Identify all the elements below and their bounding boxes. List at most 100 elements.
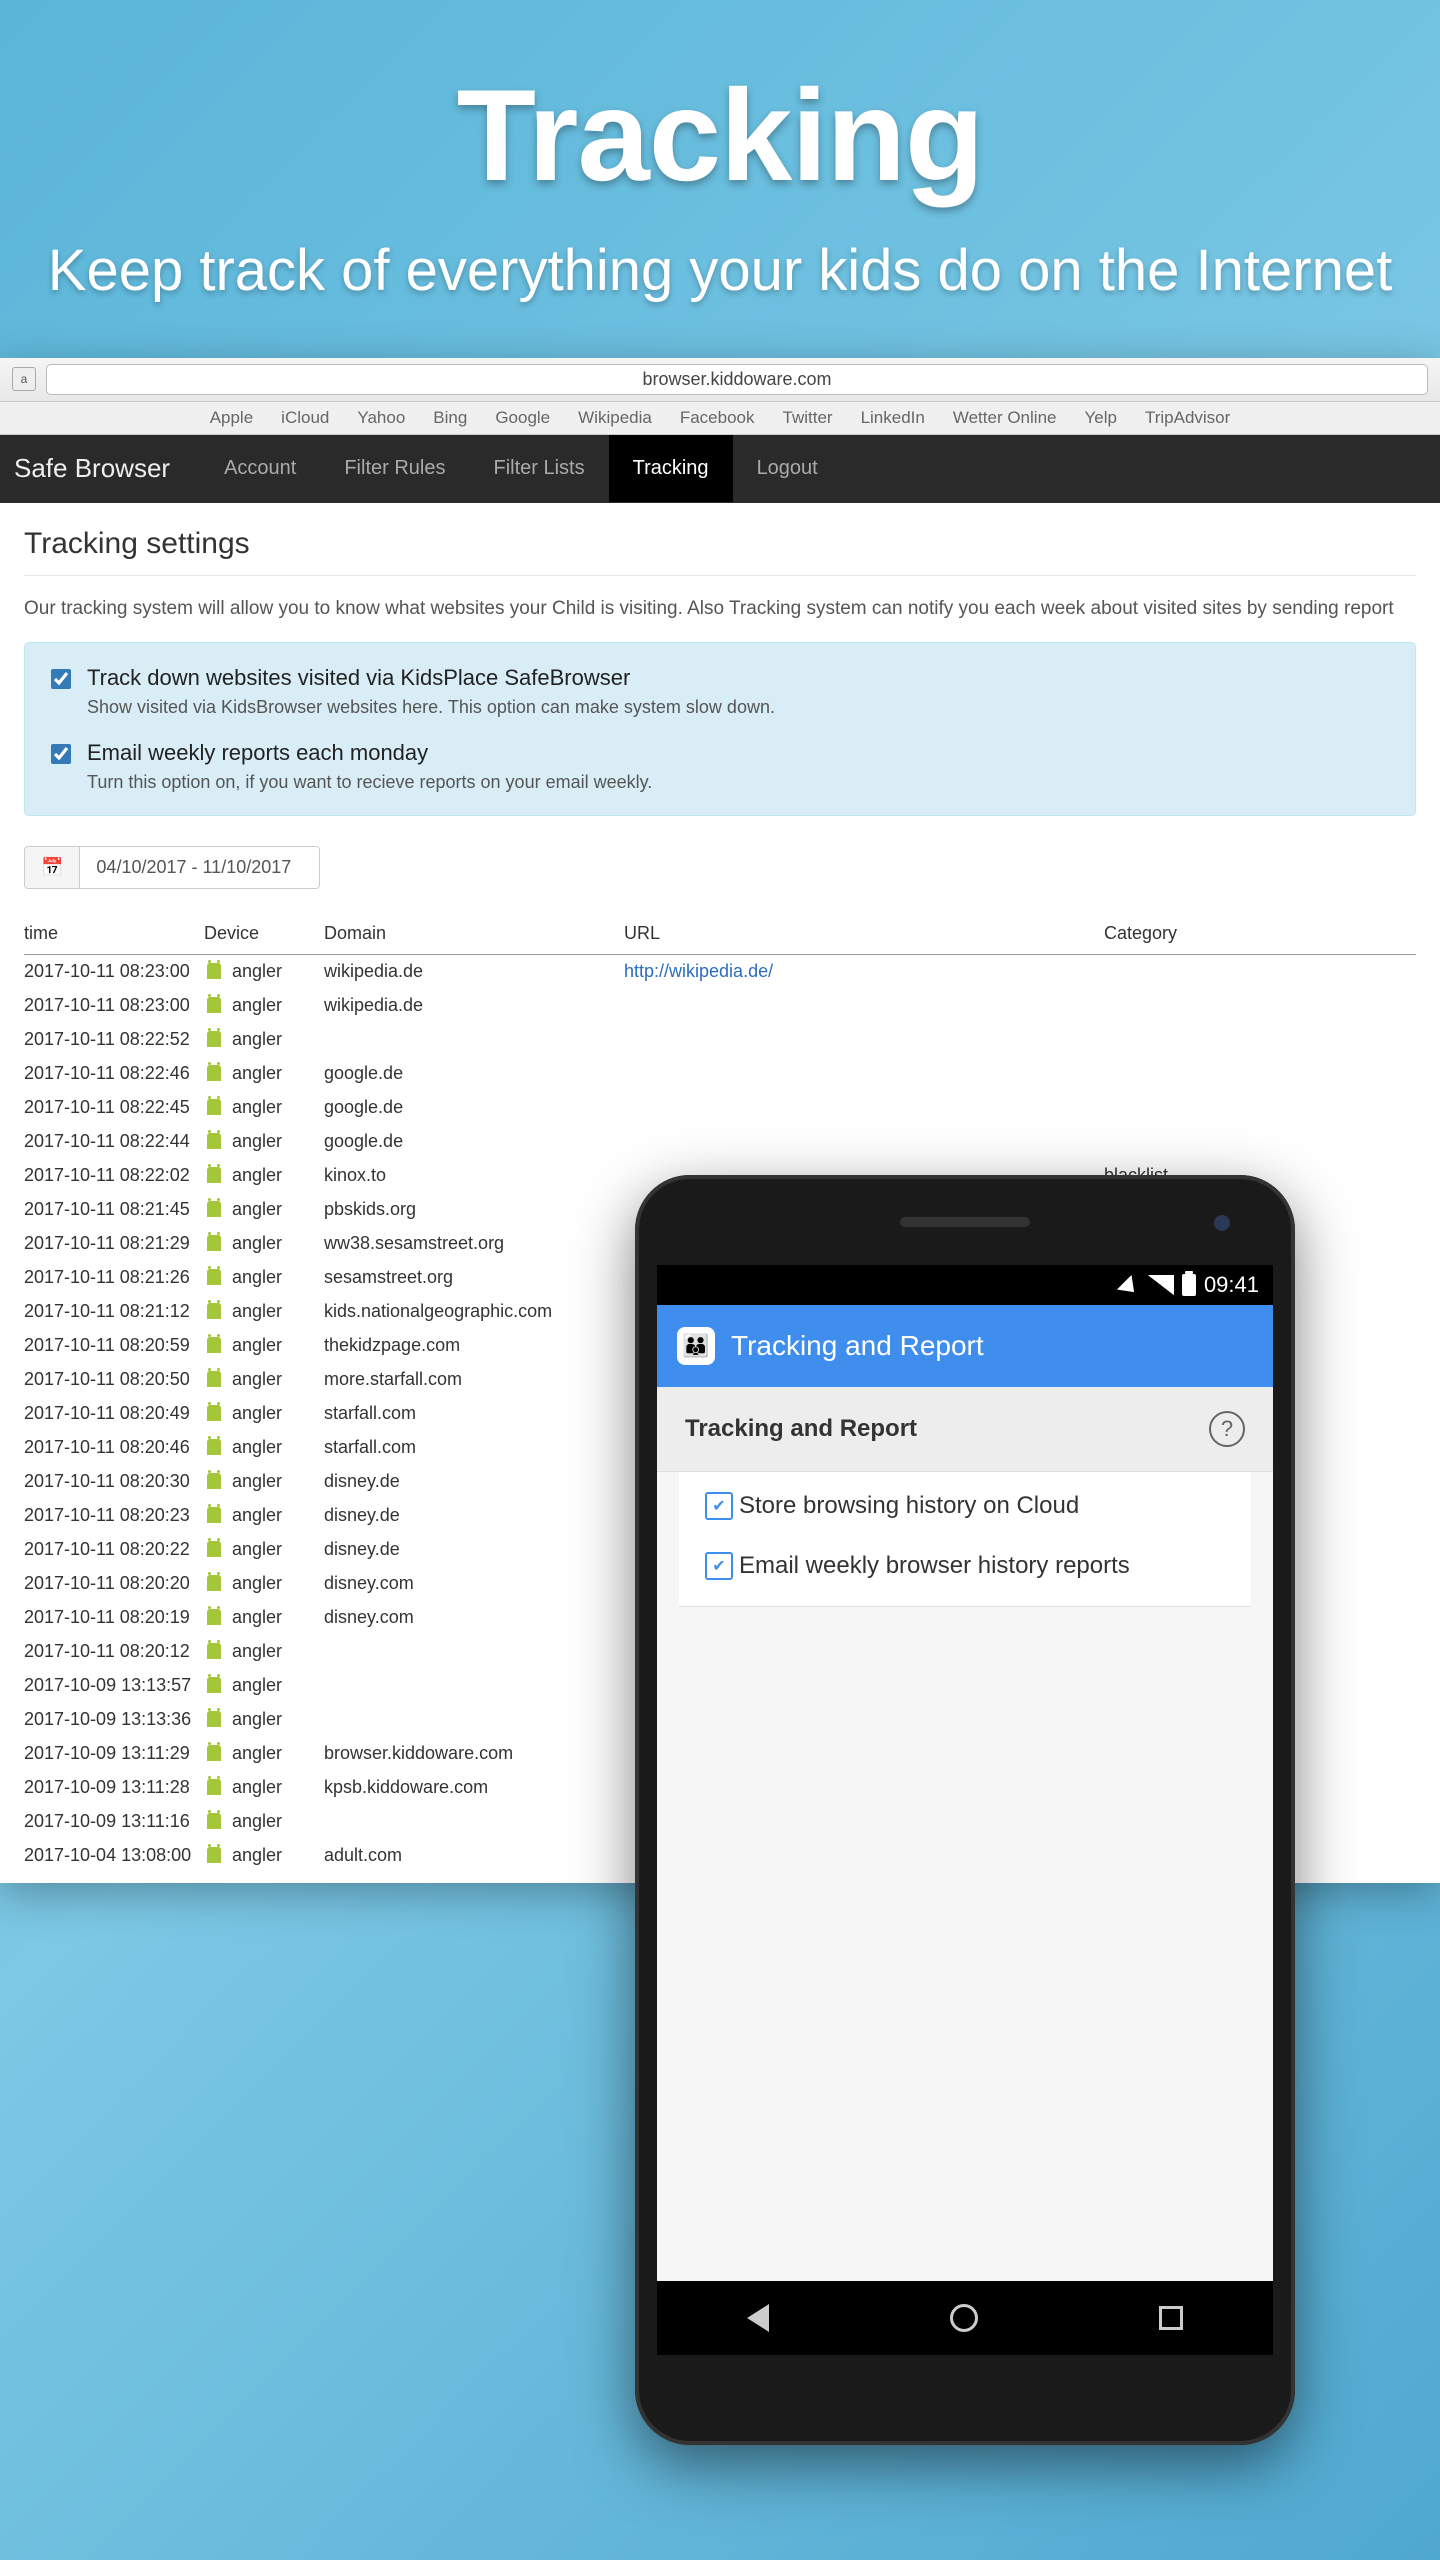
bookmark-item[interactable]: Google xyxy=(495,408,550,428)
option-title: Email weekly reports each monday xyxy=(87,740,652,766)
bookmark-item[interactable]: Wetter Online xyxy=(953,408,1057,428)
android-icon xyxy=(204,1844,224,1868)
cell-device: angler xyxy=(204,1363,324,1397)
cell-device: angler xyxy=(204,1805,324,1839)
cell-time: 2017-10-11 08:21:45 xyxy=(24,1193,204,1227)
android-icon xyxy=(204,1164,224,1188)
android-icon xyxy=(204,1640,224,1664)
date-range-picker[interactable]: 04/10/2017 - 11/10/2017 xyxy=(80,846,320,889)
cell-device: angler xyxy=(204,1329,324,1363)
calendar-icon-button[interactable]: 📅 xyxy=(24,846,80,889)
page-lead: Our tracking system will allow you to kn… xyxy=(24,598,1416,620)
cell-category xyxy=(1104,1125,1416,1159)
cell-time: 2017-10-11 08:20:49 xyxy=(24,1397,204,1431)
app-icon: 👪 xyxy=(677,1327,715,1365)
android-icon xyxy=(204,1708,224,1732)
phone-option-row[interactable]: Store browsing history on Cloud xyxy=(679,1476,1251,1536)
cell-domain: google.de xyxy=(324,1125,624,1159)
cell-device: angler xyxy=(204,1533,324,1567)
cell-domain: disney.de xyxy=(324,1533,624,1567)
brand[interactable]: Safe Browser xyxy=(14,453,170,484)
tracking-options-panel: Track down websites visited via KidsPlac… xyxy=(24,642,1416,816)
cell-time: 2017-10-11 08:23:00 xyxy=(24,954,204,989)
cell-time: 2017-10-11 08:20:59 xyxy=(24,1329,204,1363)
cell-device: angler xyxy=(204,1159,324,1193)
nav-item-tracking[interactable]: Tracking xyxy=(609,435,733,502)
section-header: Tracking and Report ? xyxy=(657,1387,1273,1472)
bookmark-item[interactable]: Facebook xyxy=(680,408,755,428)
nav-item-filter-lists[interactable]: Filter Lists xyxy=(469,435,608,502)
option-checkbox[interactable] xyxy=(51,669,71,689)
bookmark-item[interactable]: Twitter xyxy=(783,408,833,428)
cell-device: angler xyxy=(204,1295,324,1329)
android-icon xyxy=(204,1470,224,1494)
help-icon[interactable]: ? xyxy=(1209,1411,1245,1447)
bookmark-item[interactable]: Yelp xyxy=(1084,408,1116,428)
cell-time: 2017-10-11 08:22:52 xyxy=(24,1023,204,1057)
cell-time: 2017-10-11 08:21:26 xyxy=(24,1261,204,1295)
nav-item-account[interactable]: Account xyxy=(200,435,320,502)
option-subtitle: Show visited via KidsBrowser websites he… xyxy=(87,697,775,718)
bookmark-item[interactable]: Yahoo xyxy=(357,408,405,428)
cell-domain: ww38.sesamstreet.org xyxy=(324,1227,624,1261)
home-button[interactable] xyxy=(950,2304,978,2332)
cell-url xyxy=(624,989,1104,1023)
th-category: Category xyxy=(1104,913,1416,955)
app-header: 👪 Tracking and Report xyxy=(657,1305,1273,1387)
cell-domain: kpsb.kiddoware.com xyxy=(324,1771,624,1805)
option-checkbox[interactable] xyxy=(51,744,71,764)
bookmark-item[interactable]: Bing xyxy=(433,408,467,428)
cell-device: angler xyxy=(204,1669,324,1703)
navbar: Safe Browser AccountFilter RulesFilter L… xyxy=(0,435,1440,503)
android-icon xyxy=(204,1538,224,1562)
bookmark-item[interactable]: Wikipedia xyxy=(578,408,652,428)
back-button[interactable] xyxy=(747,2304,769,2332)
hero-subtitle: Keep track of everything your kids do on… xyxy=(40,235,1400,308)
cell-domain: starfall.com xyxy=(324,1397,624,1431)
cell-url xyxy=(624,1023,1104,1057)
table-row: 2017-10-11 08:22:46 angler google.de xyxy=(24,1057,1416,1091)
nav-item-logout[interactable]: Logout xyxy=(733,435,842,502)
cell-url xyxy=(624,1057,1104,1091)
android-icon xyxy=(204,1198,224,1222)
cell-domain: disney.com xyxy=(324,1601,624,1635)
cell-domain xyxy=(324,1805,624,1839)
th-domain: Domain xyxy=(324,913,624,955)
wifi-icon xyxy=(1111,1269,1144,1302)
recents-button[interactable] xyxy=(1159,2306,1183,2330)
cell-domain xyxy=(324,1023,624,1057)
table-row: 2017-10-11 08:22:44 angler google.de xyxy=(24,1125,1416,1159)
cell-time: 2017-10-11 08:22:46 xyxy=(24,1057,204,1091)
cell-category xyxy=(1104,954,1416,989)
cell-url[interactable]: http://wikipedia.de/ xyxy=(624,954,1104,989)
cell-url xyxy=(624,1125,1104,1159)
cell-device: angler xyxy=(204,1737,324,1771)
cell-device: angler xyxy=(204,1125,324,1159)
bookmark-item[interactable]: TripAdvisor xyxy=(1145,408,1230,428)
th-url: URL xyxy=(624,913,1104,955)
phone-camera xyxy=(1214,1215,1230,1231)
bookmark-item[interactable]: LinkedIn xyxy=(861,408,925,428)
cell-time: 2017-10-11 08:23:00 xyxy=(24,989,204,1023)
tracking-option: Track down websites visited via KidsPlac… xyxy=(51,665,1389,718)
tracking-option: Email weekly reports each monday Turn th… xyxy=(51,740,1389,793)
cell-category xyxy=(1104,1091,1416,1125)
cell-category xyxy=(1104,1057,1416,1091)
cell-time: 2017-10-11 08:20:12 xyxy=(24,1635,204,1669)
bookmark-item[interactable]: Apple xyxy=(210,408,253,428)
cell-time: 2017-10-09 13:11:16 xyxy=(24,1805,204,1839)
cell-time: 2017-10-11 08:20:46 xyxy=(24,1431,204,1465)
url-field[interactable]: browser.kiddoware.com xyxy=(46,364,1428,395)
cell-category xyxy=(1104,1023,1416,1057)
cell-device: angler xyxy=(204,1431,324,1465)
phone-speaker xyxy=(900,1217,1030,1227)
android-icon xyxy=(204,994,224,1018)
cell-url xyxy=(624,1091,1104,1125)
status-time: 09:41 xyxy=(1204,1272,1259,1298)
table-row: 2017-10-11 08:23:00 angler wikipedia.de xyxy=(24,989,1416,1023)
bookmark-item[interactable]: iCloud xyxy=(281,408,329,428)
nav-item-filter-rules[interactable]: Filter Rules xyxy=(320,435,469,502)
favicon-icon: a xyxy=(12,367,36,391)
phone-option-row[interactable]: Email weekly browser history reports xyxy=(679,1536,1251,1596)
cell-device: angler xyxy=(204,1023,324,1057)
